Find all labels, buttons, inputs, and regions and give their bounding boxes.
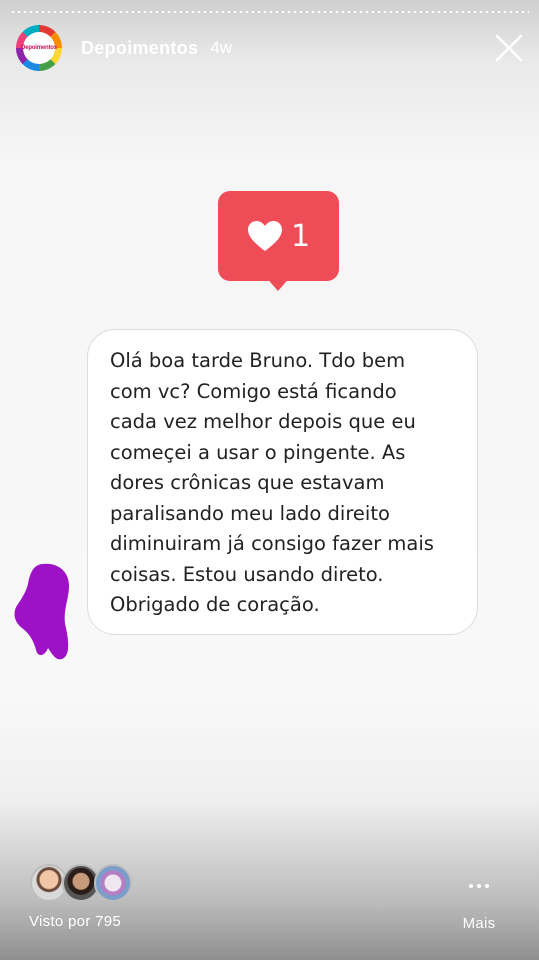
close-icon bbox=[495, 34, 523, 62]
heart-icon bbox=[247, 221, 282, 251]
like-count: 1 bbox=[290, 218, 311, 254]
like-bubble-tail bbox=[264, 275, 292, 291]
account-name[interactable]: Depoimentos bbox=[81, 38, 198, 59]
story-header: Depoimentos Depoimentos 4w bbox=[16, 24, 523, 72]
like-notification-sticker: 1 bbox=[218, 191, 339, 301]
story-footer: Visto por 795 Mais bbox=[0, 860, 539, 940]
viewer-avatar bbox=[94, 864, 132, 902]
account-avatar[interactable]: Depoimentos bbox=[16, 25, 62, 71]
avatar-logo-text: Depoimentos bbox=[21, 32, 57, 64]
post-time: 4w bbox=[210, 38, 233, 57]
purple-scribble-annotation bbox=[14, 563, 70, 660]
more-button[interactable]: Mais bbox=[459, 874, 499, 934]
testimonial-message-text: Olá boa tarde Bruno. Tdo bem com vc? Com… bbox=[110, 349, 434, 616]
close-button[interactable] bbox=[495, 34, 523, 62]
more-label: Mais bbox=[462, 915, 496, 932]
views-count-label[interactable]: Visto por 795 bbox=[29, 913, 121, 930]
story-progress-bar bbox=[10, 11, 529, 13]
like-bubble: 1 bbox=[218, 191, 339, 281]
testimonial-message-card: Olá boa tarde Bruno. Tdo bem com vc? Com… bbox=[87, 329, 478, 635]
more-horizontal-icon bbox=[469, 876, 489, 896]
